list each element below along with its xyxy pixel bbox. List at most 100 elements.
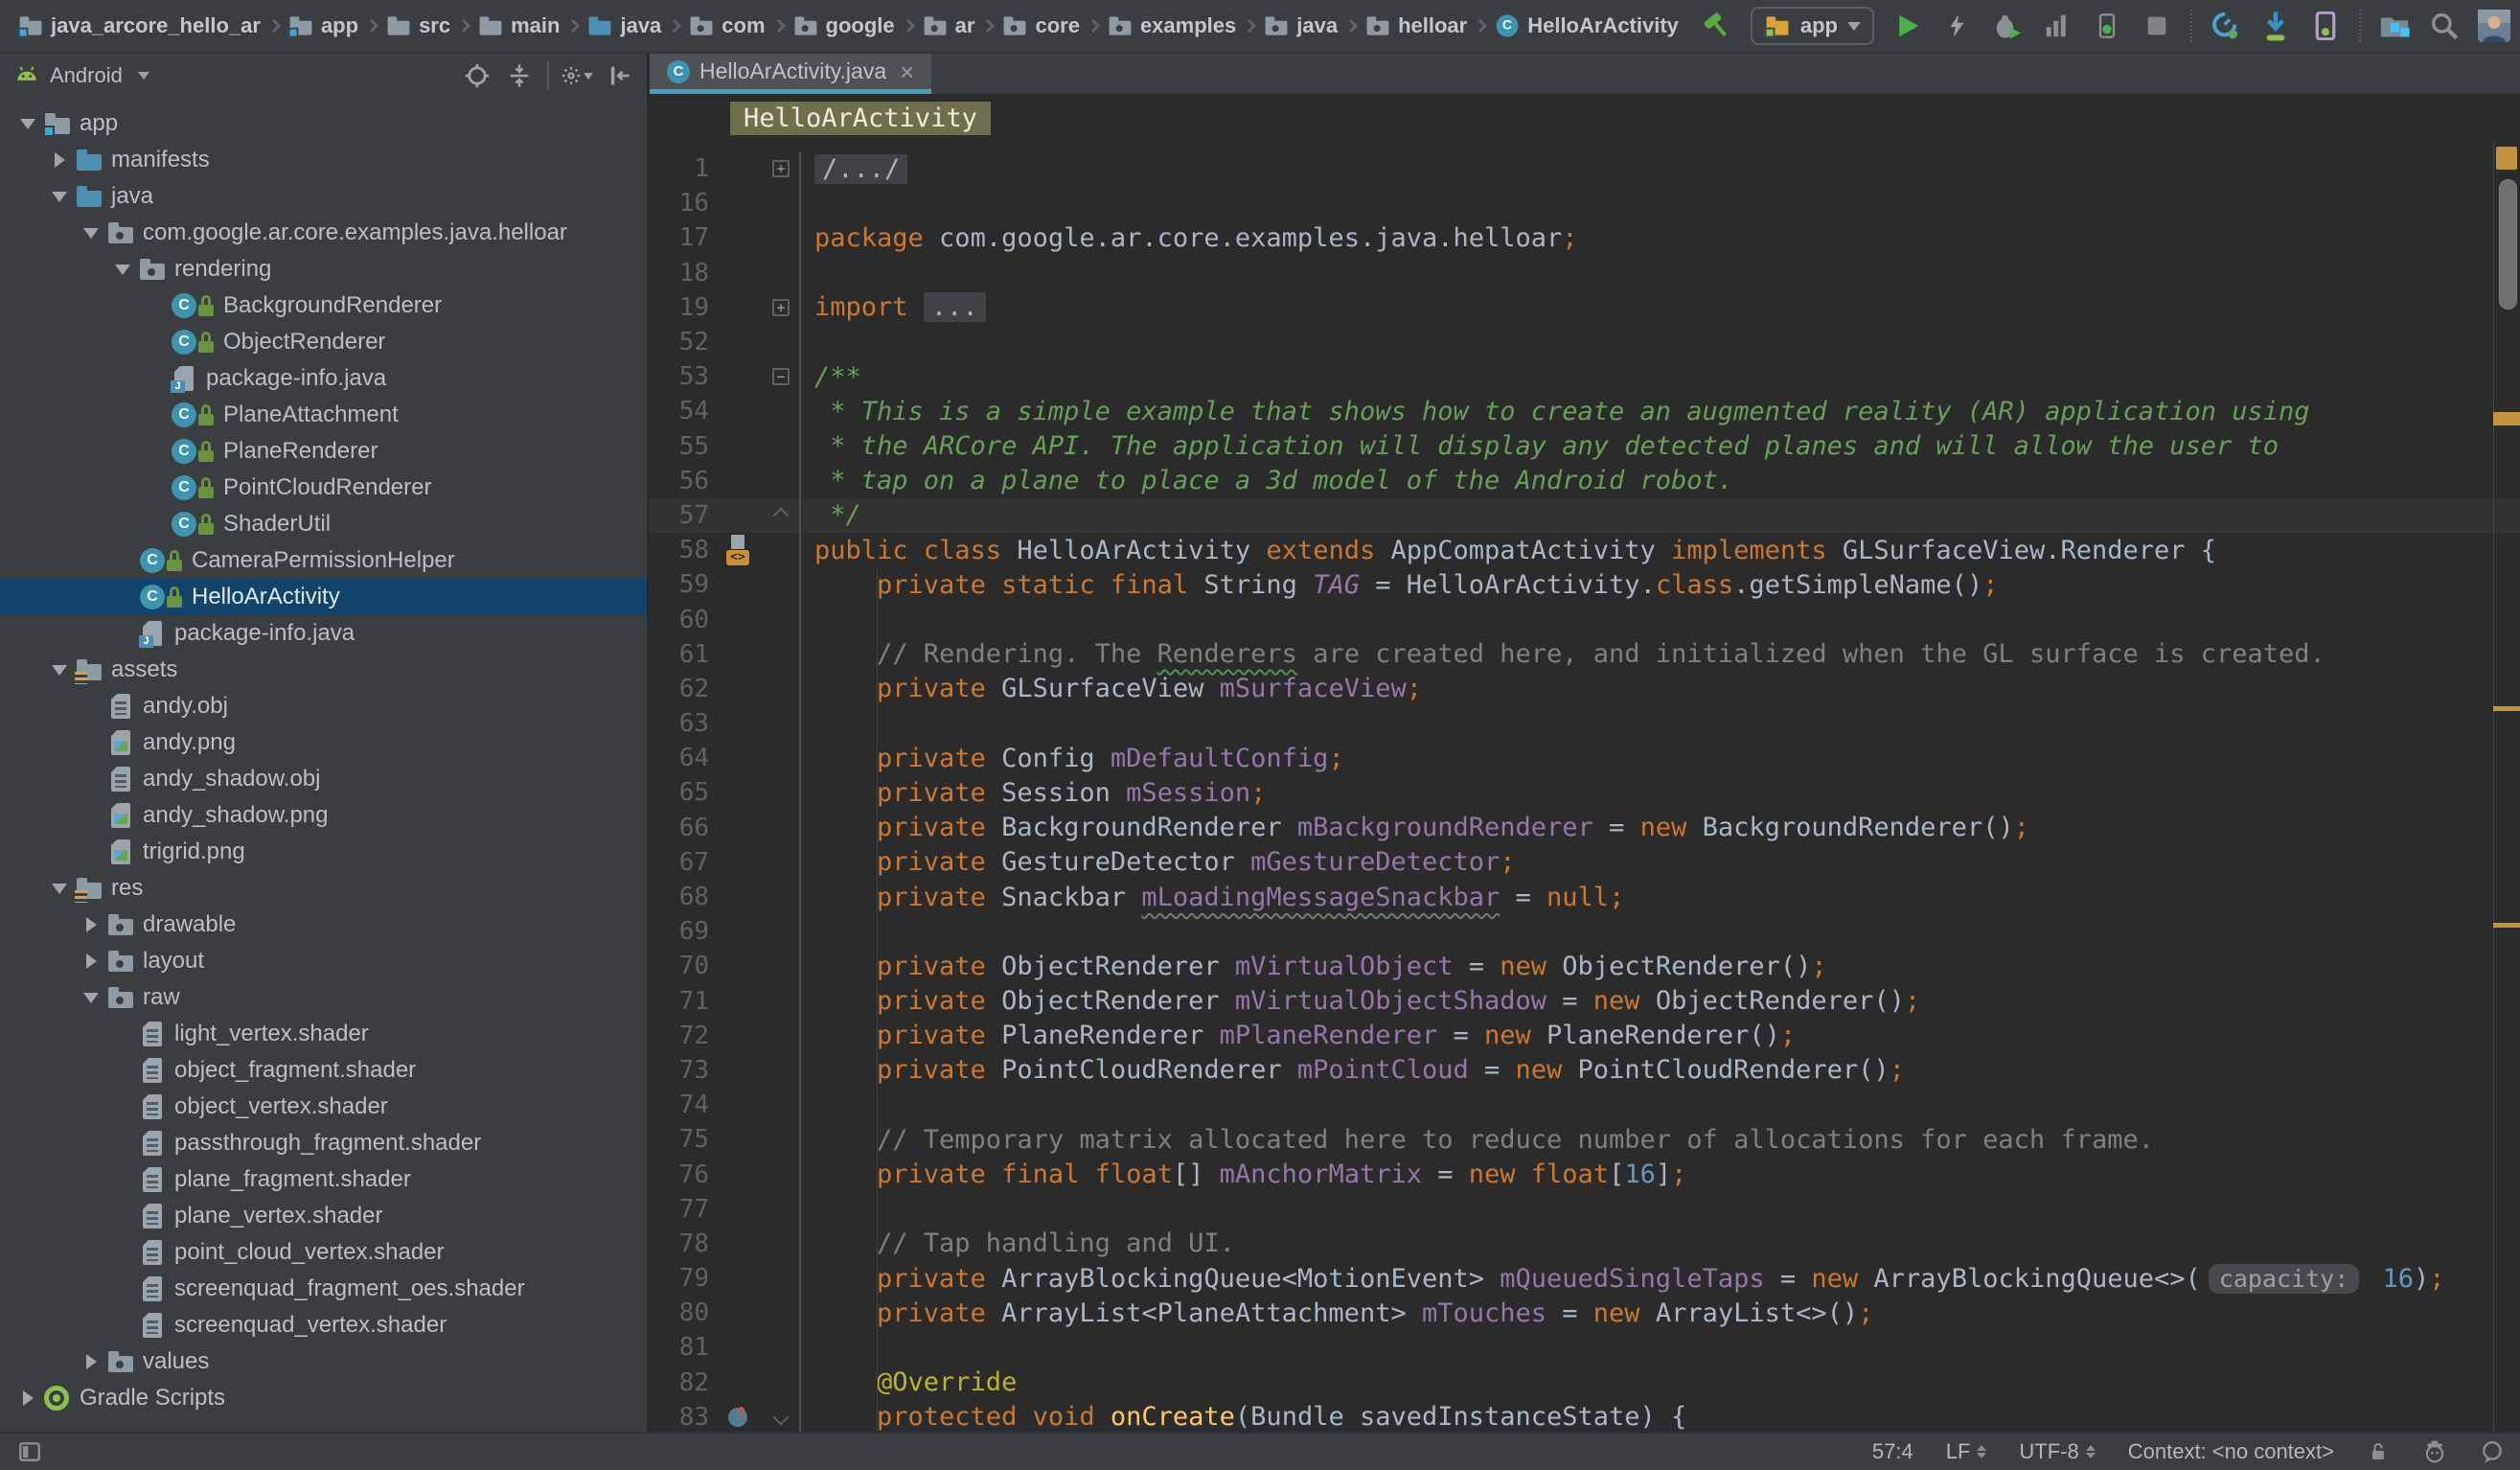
tree-item-screenquad-fragment-oes-shader[interactable]: screenquad_fragment_oes.shader (0, 1271, 647, 1307)
gutter-badge-override[interactable] (713, 1408, 763, 1427)
fold-expand-icon[interactable]: + (772, 299, 790, 316)
breadcrumb-item-src[interactable]: src (385, 13, 450, 38)
breadcrumb-item-com[interactable]: com (688, 13, 765, 38)
tree-collapse-arrow[interactable] (75, 917, 107, 932)
breadcrumb-item-main[interactable]: main (477, 13, 560, 38)
code-text[interactable]: @Override (801, 1367, 1017, 1397)
readonly-toggle[interactable] (2367, 1439, 2390, 1464)
tree-item-screenquad-vertex-shader[interactable]: screenquad_vertex.shader (0, 1307, 647, 1344)
gutter-badge-class-file[interactable] (713, 535, 763, 565)
code-text[interactable]: * the ARCore API. The application will d… (801, 431, 2279, 461)
tree-item-backgroundrenderer[interactable]: CBackgroundRenderer (0, 287, 647, 324)
inspection-status-indicator[interactable] (2496, 147, 2517, 170)
tree-item-planerenderer[interactable]: CPlaneRenderer (0, 433, 647, 470)
fold-end-icon[interactable] (773, 507, 790, 523)
fold-marker-plus[interactable]: + (763, 290, 801, 325)
code-text[interactable]: private PlaneRenderer mPlaneRenderer = n… (801, 1021, 1796, 1050)
profile-button[interactable] (2041, 10, 2073, 42)
tree-item-andy-shadow-obj[interactable]: andy_shadow.obj (0, 761, 647, 797)
code-text[interactable]: private GestureDetector mGestureDetector… (801, 847, 1516, 877)
scope-breadcrumb-chip[interactable]: HelloArActivity (730, 102, 991, 135)
tree-item-plane-fragment-shader[interactable]: plane_fragment.shader (0, 1161, 647, 1198)
tree-item-raw[interactable]: raw (0, 979, 647, 1016)
hide-panel-button[interactable] (603, 59, 635, 92)
breadcrumb-item-java[interactable]: java (586, 13, 661, 38)
close-tab-icon[interactable]: × (900, 60, 914, 83)
locate-file-button[interactable] (461, 59, 493, 92)
collapse-all-button[interactable] (503, 59, 536, 92)
tree-item-andy-shadow-png[interactable]: andy_shadow.png (0, 797, 647, 834)
tree-item-manifests[interactable]: manifests (0, 142, 647, 178)
code-text[interactable]: private GLSurfaceView mSurfaceView; (801, 674, 1422, 703)
context-indicator[interactable]: Context: <no context> (2128, 1439, 2334, 1464)
highlighting-level-button[interactable] (2422, 1438, 2447, 1465)
tree-item-gradle-scripts[interactable]: Gradle Scripts (0, 1380, 647, 1416)
code-text[interactable]: private Snackbar mLoadingMessageSnackbar… (801, 883, 1624, 912)
folded-region[interactable]: ... (924, 292, 986, 322)
project-structure-button[interactable] (2378, 10, 2411, 42)
build-hammer-button[interactable] (1701, 10, 1733, 42)
tree-item-com-google-ar-core-examples-java-helloar[interactable]: com.google.ar.core.examples.java.helloar (0, 215, 647, 251)
tree-expand-arrow[interactable] (75, 228, 107, 239)
code-text[interactable]: private ObjectRenderer mVirtualObjectSha… (801, 986, 1920, 1016)
breadcrumb-item-java[interactable]: java (1263, 13, 1338, 38)
attach-debugger-button[interactable] (2091, 10, 2123, 42)
chevron-down-icon[interactable] (138, 72, 149, 80)
search-everywhere-button[interactable] (2428, 10, 2461, 42)
code-text[interactable]: private static final String TAG = HelloA… (801, 570, 1998, 600)
code-text[interactable]: */ (801, 500, 861, 530)
line-ending-selector[interactable]: LF (1946, 1439, 1987, 1464)
tree-item-trigrid-png[interactable]: trigrid.png (0, 834, 647, 870)
breadcrumb-item-examples[interactable]: examples (1107, 13, 1236, 38)
tree-item-package-info-java[interactable]: Jpackage-info.java (0, 615, 647, 652)
fold-start-icon[interactable] (773, 1409, 790, 1425)
tree-item-plane-vertex-shader[interactable]: plane_vertex.shader (0, 1198, 647, 1234)
code-text[interactable]: /** (801, 362, 861, 392)
overrides-method-icon[interactable] (728, 1408, 747, 1427)
fold-collapse-icon[interactable]: − (772, 368, 790, 385)
code-text[interactable]: protected void onCreate(Bundle savedInst… (801, 1402, 1686, 1432)
tree-item-shaderutil[interactable]: CShaderUtil (0, 506, 647, 542)
warning-stripe-mark[interactable] (2493, 923, 2520, 928)
fold-marker-down[interactable] (763, 1400, 801, 1432)
tree-collapse-arrow[interactable] (75, 1354, 107, 1369)
tree-item-values[interactable]: values (0, 1344, 647, 1380)
tree-collapse-arrow[interactable] (11, 1390, 44, 1406)
fold-marker-plus[interactable]: + (763, 151, 801, 186)
tree-expand-arrow[interactable] (11, 119, 44, 129)
code-text[interactable]: * tap on a plane to place a 3d model of … (801, 466, 1733, 495)
code-text[interactable]: private PointCloudRenderer mPointCloud =… (801, 1055, 1905, 1085)
tree-item-drawable[interactable]: drawable (0, 907, 647, 943)
tree-expand-arrow[interactable] (43, 192, 76, 202)
tree-expand-arrow[interactable] (75, 993, 107, 1003)
breadcrumb-item-helloaractivity[interactable]: CHelloArActivity (1494, 13, 1679, 38)
tree-item-res[interactable]: res (0, 870, 647, 907)
tree-item-andy-obj[interactable]: andy.obj (0, 688, 647, 724)
toolwindow-toggle-button[interactable] (15, 1437, 44, 1466)
code-text[interactable]: /.../ (801, 154, 907, 184)
code-text[interactable]: private ArrayBlockingQueue<MotionEvent> … (801, 1264, 2445, 1294)
related-file-icons[interactable] (726, 535, 749, 565)
code-text[interactable]: private Config mDefaultConfig; (801, 744, 1344, 773)
breadcrumb-item-app[interactable]: app (287, 13, 358, 38)
run-button[interactable] (1891, 10, 1924, 42)
tree-item-object-fragment-shader[interactable]: object_fragment.shader (0, 1052, 647, 1089)
tree-item-app[interactable]: app (0, 105, 647, 142)
tree-collapse-arrow[interactable] (75, 953, 107, 969)
tree-item-package-info-java[interactable]: Jpackage-info.java (0, 360, 647, 397)
tree-expand-arrow[interactable] (43, 665, 76, 676)
tree-item-pointcloudrenderer[interactable]: CPointCloudRenderer (0, 470, 647, 506)
code-text[interactable]: private final float[] mAnchorMatrix = ne… (801, 1160, 1686, 1189)
tree-item-object-vertex-shader[interactable]: object_vertex.shader (0, 1089, 647, 1125)
code-text[interactable]: package com.google.ar.core.examples.java… (801, 223, 1578, 253)
sdk-manager-button[interactable] (2259, 10, 2292, 42)
breadcrumb-item-core[interactable]: core (1001, 13, 1079, 38)
breadcrumb-item-helloar[interactable]: helloar (1364, 13, 1467, 38)
apply-changes-button[interactable] (1941, 10, 1974, 42)
code-text[interactable]: * This is a simple example that shows ho… (801, 397, 2310, 426)
code-text[interactable]: // Rendering. The Renderers are created … (801, 639, 2325, 669)
panel-settings-button[interactable] (561, 59, 593, 92)
tree-item-camerapermissionhelper[interactable]: CCameraPermissionHelper (0, 542, 647, 579)
folded-region[interactable]: /.../ (814, 154, 907, 184)
encoding-selector[interactable]: UTF-8 (2019, 1439, 2095, 1464)
